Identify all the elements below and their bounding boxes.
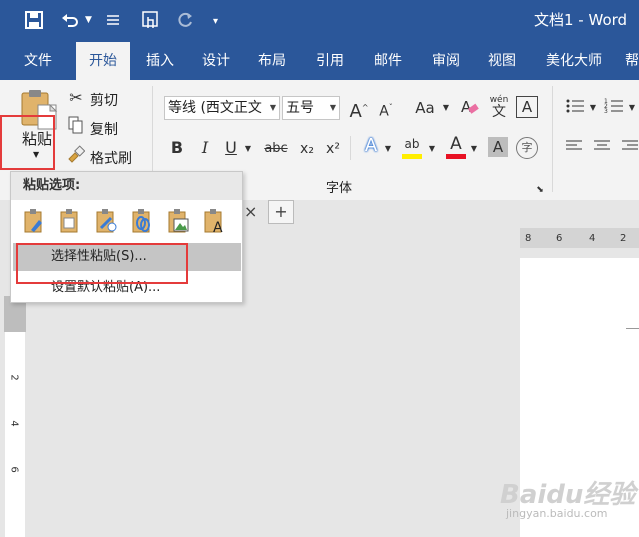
tab-design[interactable]: 设计 bbox=[190, 42, 242, 80]
change-case-button[interactable]: Aa bbox=[410, 98, 440, 118]
group-separator bbox=[350, 136, 351, 160]
use-destination-styles-icon[interactable] bbox=[93, 208, 119, 234]
font-size-value: 五号 bbox=[286, 100, 314, 116]
tab-file[interactable]: 文件 bbox=[10, 42, 66, 80]
margin-mark bbox=[626, 328, 639, 329]
ruler-number: 6 bbox=[556, 233, 563, 244]
tab-layout[interactable]: 布局 bbox=[246, 42, 298, 80]
close-tab-icon[interactable]: × bbox=[244, 202, 257, 221]
subscript-button[interactable]: x₂ bbox=[296, 139, 318, 159]
ruler-number: 4 bbox=[8, 420, 20, 427]
tab-insert[interactable]: 插入 bbox=[134, 42, 186, 80]
link-paste-icon[interactable] bbox=[129, 208, 155, 234]
phonetic-guide-icon[interactable]: wén 文 bbox=[486, 94, 512, 120]
ruler-number: 6 bbox=[8, 466, 20, 473]
font-color-dropdown-icon[interactable]: ▼ bbox=[469, 139, 479, 159]
touch-mode-icon[interactable] bbox=[140, 9, 160, 36]
paragraph-mark-icon[interactable] bbox=[105, 10, 121, 35]
clear-formatting-icon[interactable]: A bbox=[458, 96, 482, 123]
character-shading-icon[interactable]: A bbox=[488, 137, 508, 157]
cut-button[interactable]: 剪切 bbox=[90, 90, 118, 110]
align-center-icon[interactable] bbox=[592, 138, 612, 159]
chevron-down-icon: ▼ bbox=[329, 103, 336, 112]
window-title: 文档1 - Word bbox=[534, 11, 628, 29]
group-separator bbox=[552, 86, 553, 192]
font-dialog-launcher-icon[interactable]: ⬊ bbox=[534, 180, 546, 200]
change-case-dropdown-icon[interactable]: ▼ bbox=[441, 98, 451, 118]
format-painter-button[interactable]: 格式刷 bbox=[90, 148, 132, 168]
copy-icon[interactable] bbox=[66, 116, 86, 139]
copy-button[interactable]: 复制 bbox=[90, 119, 118, 139]
italic-button[interactable]: I bbox=[196, 138, 214, 158]
align-right-icon[interactable] bbox=[620, 138, 639, 159]
strikethrough-button[interactable]: abc bbox=[262, 139, 290, 159]
paste-highlight-box bbox=[0, 115, 55, 170]
highlight-color-icon[interactable]: ab bbox=[400, 134, 424, 159]
highlight-dropdown-icon[interactable]: ▼ bbox=[427, 139, 437, 159]
font-size-select[interactable]: 五号 ▼ bbox=[282, 96, 340, 120]
undo-icon[interactable] bbox=[60, 10, 80, 35]
tab-home[interactable]: 开始 bbox=[76, 42, 130, 80]
character-border-icon[interactable]: A bbox=[516, 96, 538, 118]
add-tab-button[interactable]: + bbox=[268, 200, 294, 224]
svg-text:A: A bbox=[213, 220, 223, 234]
enclose-characters-icon[interactable]: 字 bbox=[516, 137, 538, 159]
superscript-button[interactable]: x² bbox=[322, 139, 344, 159]
font-color-icon[interactable]: A bbox=[444, 134, 468, 159]
bold-button[interactable]: B bbox=[168, 138, 186, 158]
svg-text:A: A bbox=[461, 98, 472, 116]
underline-button[interactable]: U bbox=[222, 138, 240, 158]
font-group-label: 字体 bbox=[326, 181, 353, 196]
paste-options-header: 粘贴选项: bbox=[11, 172, 242, 200]
bullets-icon[interactable] bbox=[564, 96, 586, 121]
svg-text:3: 3 bbox=[604, 108, 608, 115]
ruler-number: 4 bbox=[589, 233, 596, 244]
paste-as-picture-icon[interactable] bbox=[165, 208, 191, 234]
text-effects-icon[interactable]: A bbox=[360, 136, 382, 156]
format-painter-icon[interactable] bbox=[66, 145, 86, 168]
tab-review[interactable]: 审阅 bbox=[418, 42, 474, 80]
shrink-font-icon[interactable]: Aˇ bbox=[374, 98, 398, 122]
tab-references[interactable]: 引用 bbox=[302, 42, 358, 80]
text-effects-dropdown-icon[interactable]: ▼ bbox=[383, 139, 393, 159]
keep-text-only-icon[interactable]: A bbox=[201, 208, 227, 236]
paste-special-highlight-box bbox=[16, 243, 188, 284]
baidu-watermark: Baidu经验 bbox=[500, 480, 636, 510]
keep-source-formatting-icon[interactable] bbox=[21, 208, 47, 234]
customize-qat-icon[interactable]: ▾ bbox=[213, 12, 218, 32]
undo-dropdown-icon[interactable]: ▼ bbox=[85, 10, 92, 30]
redo-icon[interactable] bbox=[175, 10, 195, 35]
grow-font-icon[interactable]: A^ bbox=[346, 98, 372, 122]
tab-mailings[interactable]: 邮件 bbox=[360, 42, 416, 80]
underline-dropdown-icon[interactable]: ▼ bbox=[243, 139, 253, 159]
tab-help[interactable]: 帮 bbox=[622, 42, 639, 80]
merge-formatting-icon[interactable] bbox=[57, 208, 83, 234]
save-icon[interactable] bbox=[24, 10, 44, 35]
cut-icon[interactable]: ✂ bbox=[66, 88, 86, 108]
ruler-number: 2 bbox=[620, 233, 627, 244]
chevron-down-icon: ▼ bbox=[269, 103, 276, 112]
font-name-select[interactable]: 等线 (西文正文 ▼ bbox=[164, 96, 280, 120]
tab-beautify-master[interactable]: 美化大师 bbox=[534, 42, 614, 80]
tab-view[interactable]: 视图 bbox=[474, 42, 530, 80]
numbering-dropdown-icon[interactable]: ▼ bbox=[627, 98, 637, 118]
ruler-number: 8 bbox=[525, 233, 532, 244]
watermark-url: jingyan.baidu.com bbox=[506, 507, 608, 520]
align-left-icon[interactable] bbox=[564, 138, 584, 159]
font-name-value: 等线 (西文正文 bbox=[168, 100, 262, 116]
bullets-dropdown-icon[interactable]: ▼ bbox=[588, 98, 598, 118]
vertical-ruler[interactable] bbox=[5, 332, 25, 537]
numbering-icon[interactable]: 123 bbox=[603, 96, 625, 121]
ruler-number: 2 bbox=[8, 374, 20, 381]
